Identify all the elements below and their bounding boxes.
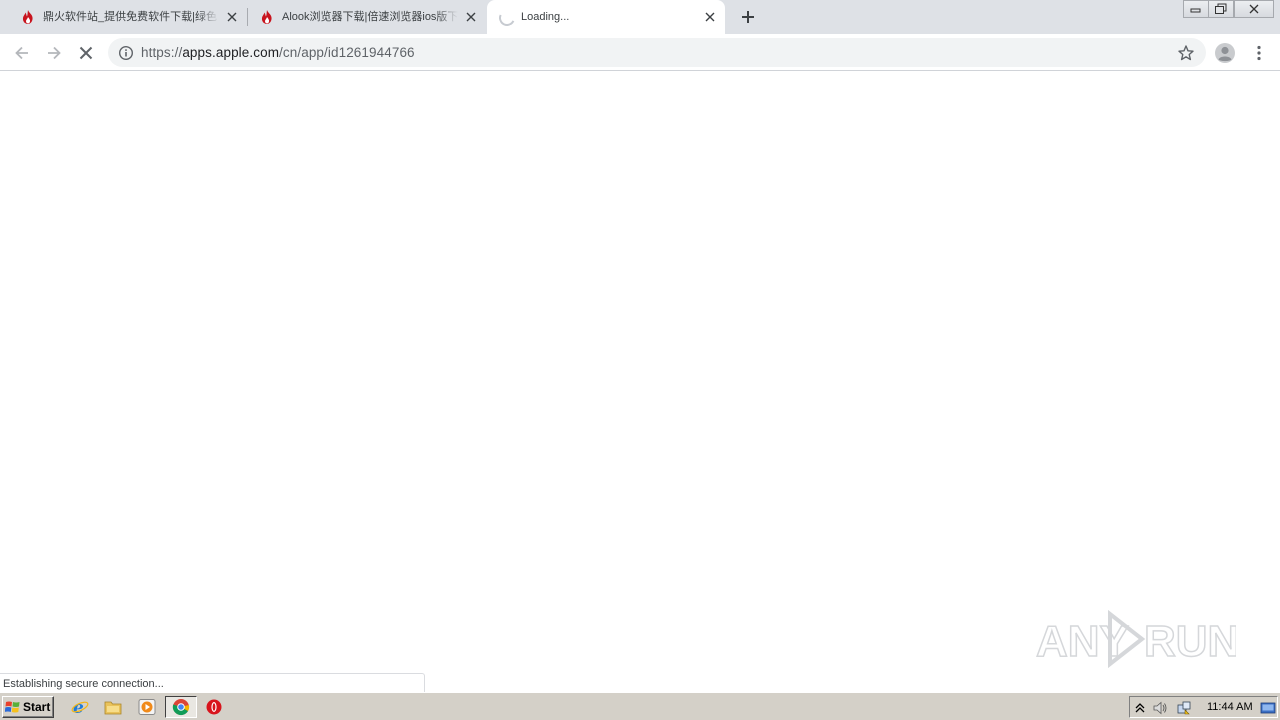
start-label: Start [23, 700, 51, 714]
url-text[interactable]: https://apps.apple.com/cn/app/id12619447… [141, 45, 415, 61]
show-desktop-icon[interactable] [1260, 700, 1276, 716]
new-tab-button[interactable] [738, 7, 758, 27]
info-icon[interactable] [118, 45, 134, 61]
window-close-button[interactable] [1234, 0, 1274, 18]
menu-button[interactable] [1248, 42, 1270, 64]
url-host: apps.apple.com [182, 45, 280, 60]
page-content [0, 72, 1280, 692]
start-button[interactable]: Start [2, 696, 54, 718]
windows-logo-icon [5, 701, 20, 713]
address-bar[interactable]: https://apps.apple.com/cn/app/id12619447… [108, 38, 1206, 67]
browser-toolbar: https://apps.apple.com/cn/app/id12619447… [0, 34, 1280, 71]
media-player-icon[interactable] [138, 698, 156, 716]
folder-icon[interactable] [104, 698, 122, 716]
tab-dinghuo[interactable]: 鼎火软件站_提供免费软件下载|绿色 [0, 0, 248, 34]
tab-alook[interactable]: Alook浏览器下载|倍速浏览器ios版下 [247, 0, 487, 34]
system-tray: 11:44 AM [1129, 696, 1278, 718]
url-scheme: https:// [141, 45, 183, 60]
screen: 鼎火软件站_提供免费软件下载|绿色 Alook浏览器下载|倍速浏览器ios版下 … [0, 0, 1280, 720]
profile-button[interactable] [1214, 42, 1236, 64]
minimize-icon [1190, 8, 1201, 13]
ie-icon[interactable]: e [71, 698, 89, 716]
back-button[interactable] [11, 42, 33, 64]
network-icon[interactable] [1176, 700, 1192, 716]
loading-spinner-icon [496, 7, 518, 29]
forward-button[interactable] [43, 42, 65, 64]
tab-title: 鼎火软件站_提供免费软件下载|绿色 [43, 10, 219, 24]
clock[interactable]: 11:44 AM [1207, 701, 1253, 713]
chevron-up-icon[interactable] [1132, 700, 1148, 716]
minimize-button[interactable] [1183, 0, 1209, 18]
close-icon[interactable] [225, 10, 239, 24]
volume-icon[interactable] [1152, 700, 1168, 716]
flame-icon [22, 10, 33, 24]
url-path: /cn/app/id1261944766 [279, 45, 415, 60]
tab-strip: 鼎火软件站_提供免费软件下载|绿色 Alook浏览器下载|倍速浏览器ios版下 … [0, 0, 1280, 34]
taskbar: Start e 11:44 AM [0, 692, 1280, 720]
kebab-menu-icon [1257, 45, 1261, 61]
chrome-taskbar-button[interactable] [165, 696, 197, 718]
restore-button[interactable] [1208, 0, 1234, 18]
stop-icon [79, 46, 93, 60]
tab-title: Loading... [521, 10, 697, 24]
forward-arrow-icon [48, 46, 61, 60]
tab-loading[interactable]: Loading... [487, 0, 725, 34]
tab-title: Alook浏览器下载|倍速浏览器ios版下 [282, 10, 458, 24]
chrome-icon [172, 699, 190, 716]
restore-icon [1215, 3, 1227, 14]
back-arrow-icon [15, 46, 28, 60]
opera-icon[interactable] [205, 698, 223, 716]
star-icon[interactable] [1177, 44, 1195, 62]
close-icon [1249, 4, 1259, 14]
flame-icon [261, 10, 272, 24]
close-icon[interactable] [703, 10, 717, 24]
stop-button[interactable] [75, 42, 97, 64]
close-icon[interactable] [464, 10, 478, 24]
anyrun-watermark: ANY RUN [1036, 609, 1236, 669]
watermark-text-right: RUN [1144, 617, 1236, 666]
status-bubble: Establishing secure connection... [0, 673, 425, 692]
avatar-icon [1215, 43, 1235, 63]
plus-icon [742, 11, 754, 23]
